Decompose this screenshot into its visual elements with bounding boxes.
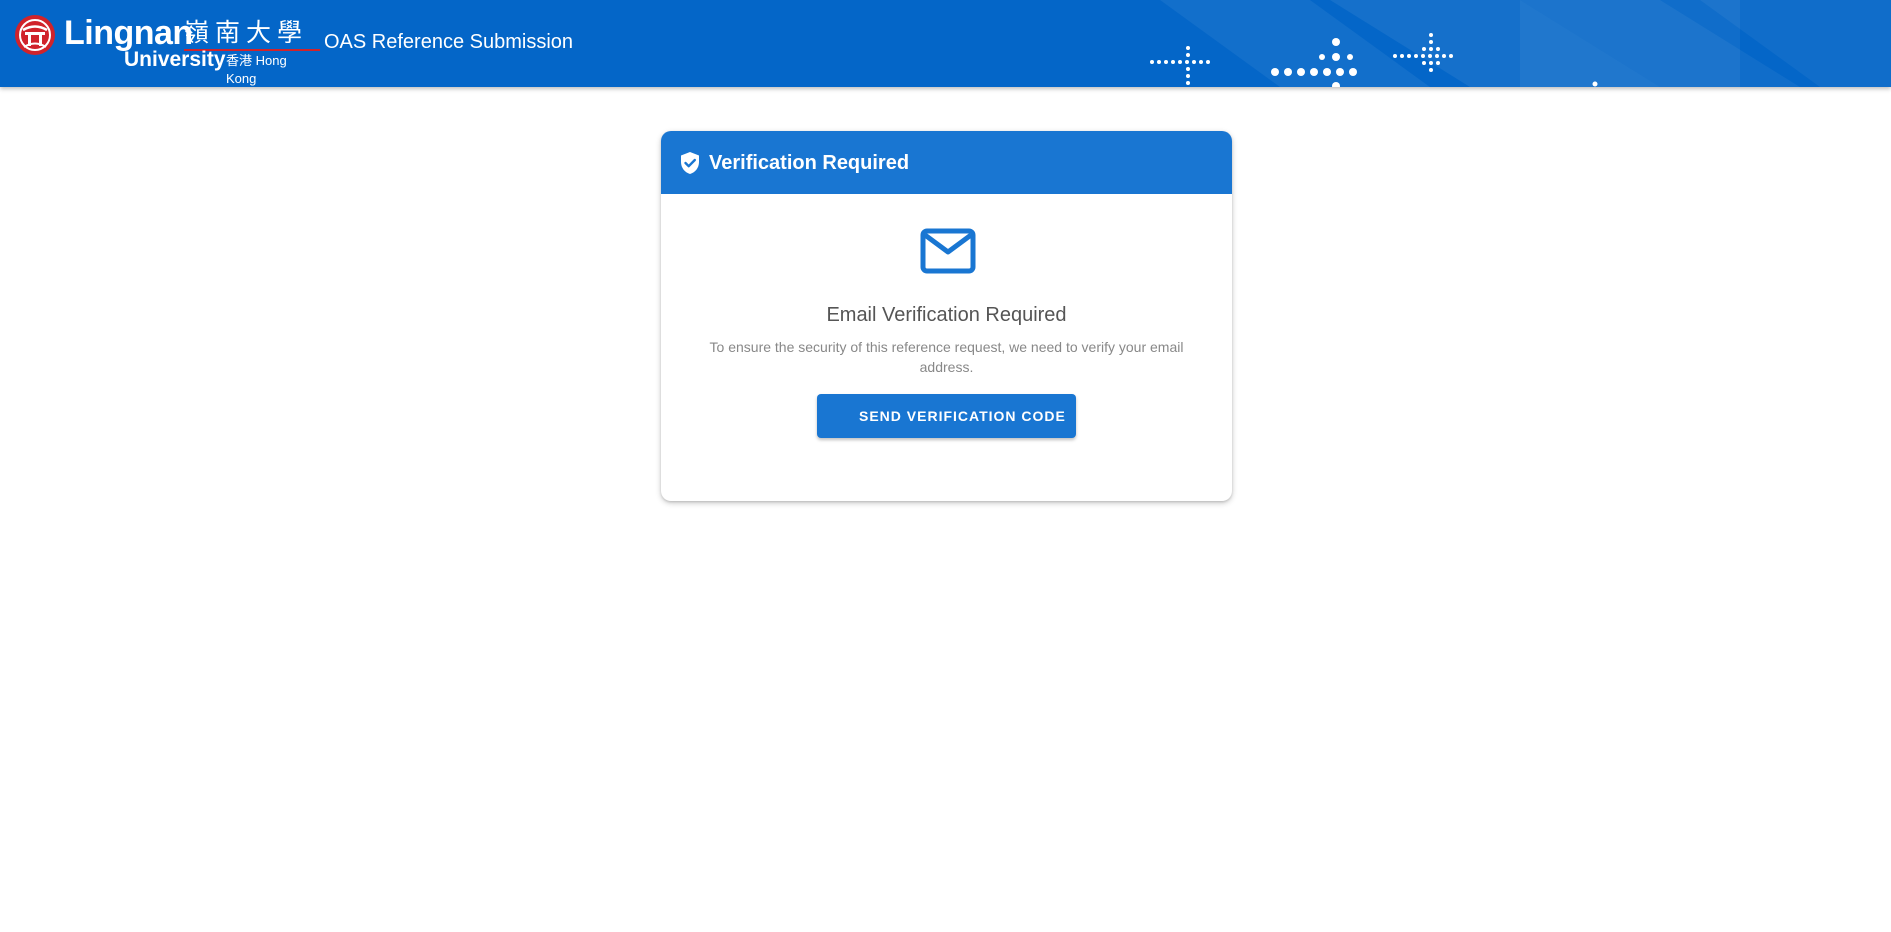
header-decoration [1150,0,1891,87]
lingnan-university-logo[interactable]: Lingnan 嶺南大學 University 香港 Hong Kong [14,12,320,86]
card-header: Verification Required [661,131,1232,194]
app-header: Lingnan 嶺南大學 University 香港 Hong Kong OAS… [0,0,1891,87]
logo-name-english: Lingnan [64,14,193,52]
logo-location: 香港 Hong Kong [226,53,287,86]
send-verification-code-button[interactable]: SEND VERIFICATION CODE [817,394,1076,438]
app-title: OAS Reference Submission [324,31,574,53]
verification-description: To ensure the security of this reference… [709,339,1184,375]
lingnan-university-emblem [15,15,55,55]
email-icon [920,228,976,274]
send-verification-code-label: SEND VERIFICATION CODE [859,408,1066,424]
logo-sub-english: University [124,48,226,71]
email-verification-heading: Email Verification Required [826,304,1067,326]
shield-check-icon [681,152,699,174]
verification-card: Verification Required Email Verification… [661,131,1232,501]
logo-name-chinese: 嶺南大學 [184,19,309,47]
card-title: Verification Required [709,152,910,174]
